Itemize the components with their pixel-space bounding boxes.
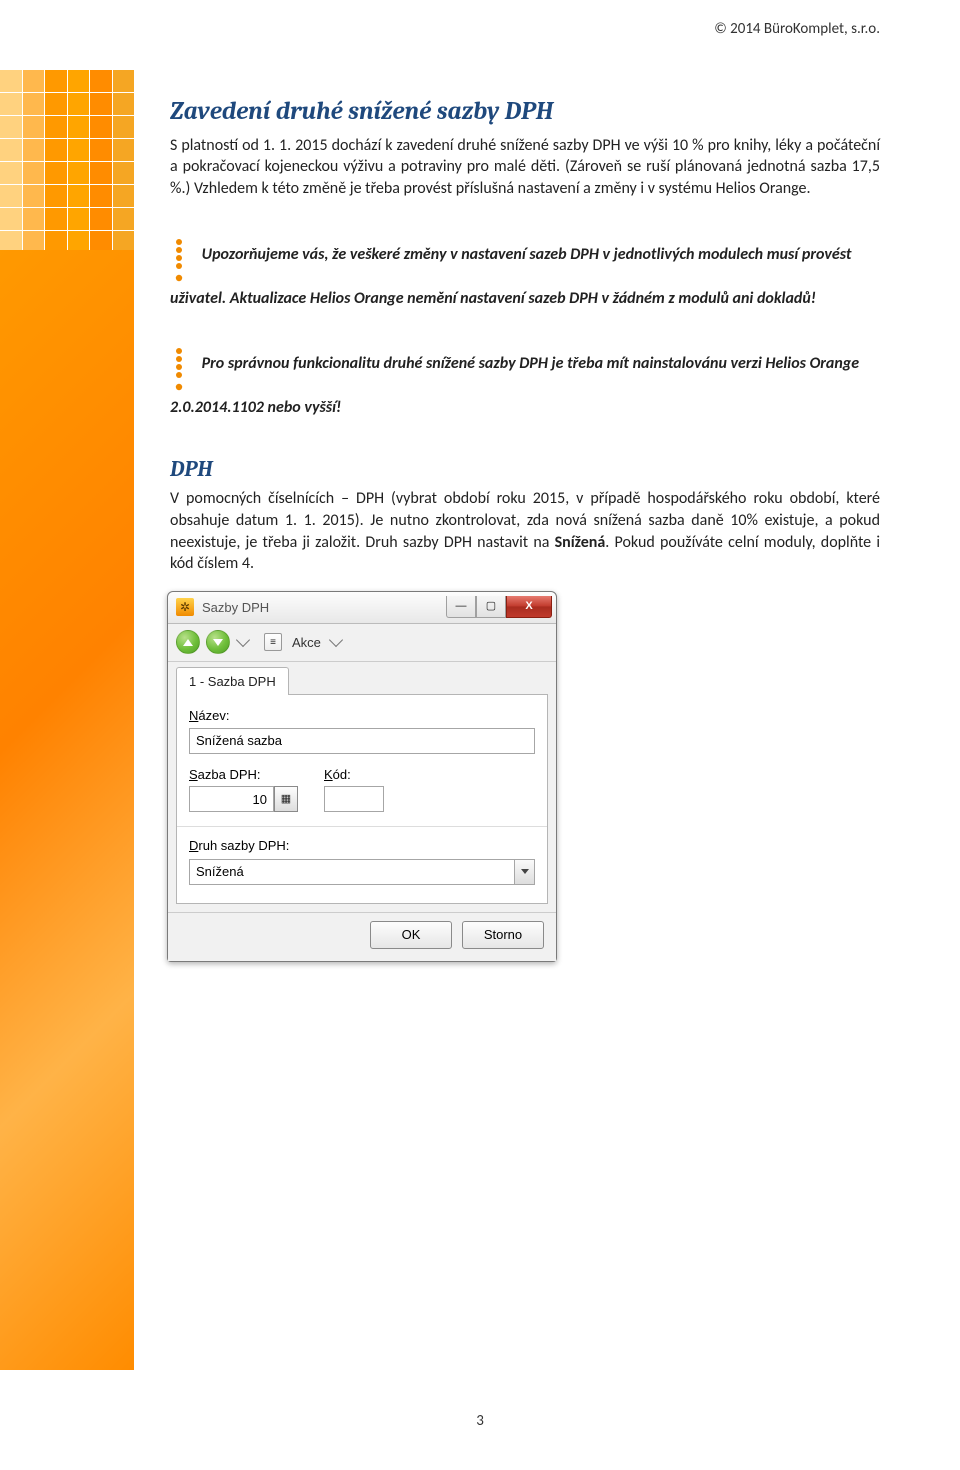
tab-bar: 1 - Sazba DPH (168, 662, 556, 695)
toolbar: ≡ Akce (168, 624, 556, 662)
main-content: Zavedení druhé snížené sazby DPH S platn… (170, 95, 880, 962)
label-kod: Kód: (324, 766, 384, 784)
close-button[interactable]: X (506, 596, 552, 618)
separator (177, 826, 547, 827)
akce-label[interactable]: Akce (292, 634, 321, 652)
section-heading-dph: DPH (170, 455, 880, 485)
page-number: 3 (0, 1412, 960, 1430)
sazby-dph-window: ✲ Sazby DPH — ▢ X ≡ Akce (167, 591, 557, 962)
akce-icon: ≡ (264, 633, 282, 651)
label-druh: Druh sazby DPH: (189, 837, 535, 855)
label-nazev: Název: (189, 707, 535, 725)
sidebar-gradient (0, 250, 134, 1370)
tab-panel: Název: Sazba DPH: ▦ Kód: (176, 694, 548, 904)
druh-combo-button[interactable] (514, 860, 534, 884)
warning-text: Pro správnou funkcionalitu druhé snížené… (170, 354, 859, 417)
maximize-button[interactable]: ▢ (476, 596, 506, 618)
intro-paragraph: S platností od 1. 1. 2015 dochází k zave… (170, 135, 880, 200)
sazba-spinner-button[interactable]: ▦ (274, 786, 298, 812)
tab-sazba-dph[interactable]: 1 - Sazba DPH (176, 667, 289, 696)
warning-text: Upozorňujeme vás, že veškeré změny v nas… (170, 245, 851, 308)
window-titlebar[interactable]: ✲ Sazby DPH — ▢ X (168, 592, 556, 624)
dialog-button-bar: OK Storno (168, 912, 556, 961)
window-title: Sazby DPH (202, 599, 446, 617)
warning-note-1: Upozorňujeme vás, že veškeré změny v nas… (170, 244, 880, 310)
minimize-button[interactable]: — (446, 596, 476, 618)
nav-down-button[interactable] (206, 630, 230, 654)
label-sazba: Sazba DPH: (189, 766, 298, 784)
toolbar-dropdown-icon[interactable] (236, 633, 250, 647)
sazba-field[interactable] (189, 786, 274, 812)
dph-bold: Snížená (555, 533, 606, 552)
nazev-field[interactable] (189, 728, 535, 754)
storno-button[interactable]: Storno (462, 921, 544, 949)
exclamation-icon (170, 347, 190, 391)
kod-field[interactable] (324, 786, 384, 812)
screenshot-dialog: ✲ Sazby DPH — ▢ X ≡ Akce (167, 591, 880, 962)
page-title: Zavedení druhé snížené sazby DPH (170, 95, 880, 129)
akce-dropdown-icon[interactable] (329, 633, 343, 647)
page-header-copyright: © 2014 BüroKomplet, s.r.o. (714, 20, 880, 38)
warning-note-2: Pro správnou funkcionalitu druhé snížené… (170, 353, 880, 419)
app-icon: ✲ (176, 598, 194, 616)
dph-paragraph: V pomocných číselnících – DPH (vybrat ob… (170, 488, 880, 574)
decorative-sidebar (0, 70, 134, 1370)
druh-combo[interactable] (189, 859, 535, 885)
exclamation-icon (170, 238, 190, 282)
ok-button[interactable]: OK (370, 921, 452, 949)
nav-up-button[interactable] (176, 630, 200, 654)
